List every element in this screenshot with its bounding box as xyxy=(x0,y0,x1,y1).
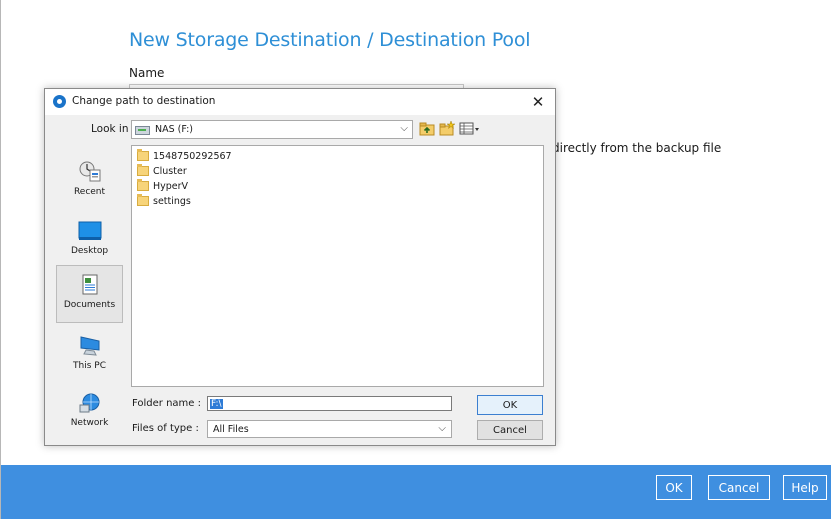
look-in-dropdown[interactable]: NAS (F:) ⌵ xyxy=(131,120,413,139)
place-label: Documents xyxy=(63,300,116,310)
folder-name-value: F:\ xyxy=(210,398,223,409)
name-label: Name xyxy=(129,66,165,80)
documents-icon xyxy=(78,274,102,296)
list-item[interactable]: Cluster xyxy=(137,164,187,178)
dialog-title: Change path to destination xyxy=(72,95,216,107)
dialog-cancel-button[interactable]: Cancel xyxy=(477,420,543,440)
dialog-ok-button[interactable]: OK xyxy=(477,395,543,415)
new-folder-icon[interactable] xyxy=(439,120,456,137)
folder-icon xyxy=(137,164,149,176)
file-name: settings xyxy=(153,195,191,207)
place-desktop[interactable]: Desktop xyxy=(56,212,123,269)
cancel-button[interactable]: Cancel xyxy=(708,475,770,500)
place-label: Desktop xyxy=(70,246,109,256)
place-network[interactable]: Network xyxy=(56,384,123,441)
places-bar: Recent Desktop Documents This PC Network xyxy=(54,147,126,437)
look-in-label: Look in : xyxy=(91,123,136,135)
list-item[interactable]: 1548750292567 xyxy=(137,149,232,163)
place-label: Recent xyxy=(73,187,106,197)
network-drive-icon xyxy=(135,124,151,136)
description-text: directly from the backup file xyxy=(552,141,722,155)
desktop-icon xyxy=(78,220,102,242)
folder-name-label: Folder name : xyxy=(132,398,201,409)
page-title: New Storage Destination / Destination Po… xyxy=(129,29,531,51)
file-name: HyperV xyxy=(153,180,189,192)
chevron-down-icon: ⌵ xyxy=(400,123,408,134)
recent-icon xyxy=(78,161,102,183)
help-button[interactable]: Help xyxy=(783,475,827,500)
file-name: Cluster xyxy=(153,165,187,177)
dialog-titlebar: Change path to destination ✕ xyxy=(45,89,555,115)
chevron-down-icon: ⌵ xyxy=(438,423,446,434)
change-path-dialog: Change path to destination ✕ Look in : N… xyxy=(44,88,556,446)
folder-name-input[interactable]: F:\ xyxy=(207,396,452,411)
files-of-type-label: Files of type : xyxy=(132,423,199,434)
app-icon xyxy=(53,95,66,108)
folder-icon xyxy=(137,149,149,161)
look-in-value: NAS (F:) xyxy=(155,124,193,135)
folder-icon xyxy=(137,179,149,191)
place-recent[interactable]: Recent xyxy=(56,153,123,210)
network-icon xyxy=(78,392,102,414)
file-list[interactable]: 1548750292567 Cluster HyperV settings xyxy=(131,145,544,387)
up-one-level-icon[interactable] xyxy=(419,120,436,137)
list-item[interactable]: settings xyxy=(137,194,191,208)
place-this-pc[interactable]: This PC xyxy=(56,327,123,384)
place-label: This PC xyxy=(73,361,106,371)
file-name: 1548750292567 xyxy=(153,150,232,162)
place-label: Network xyxy=(70,418,109,428)
list-item[interactable]: HyperV xyxy=(137,179,188,193)
ok-button[interactable]: OK xyxy=(656,475,692,500)
view-menu-icon[interactable] xyxy=(459,120,481,137)
dialog-toolbar xyxy=(419,120,481,137)
this-pc-icon xyxy=(78,335,102,357)
place-documents[interactable]: Documents xyxy=(56,265,123,323)
folder-icon xyxy=(137,194,149,206)
footer-bar: OK Cancel Help xyxy=(1,465,831,519)
close-button[interactable]: ✕ xyxy=(527,92,549,112)
files-of-type-dropdown[interactable]: All Files ⌵ xyxy=(207,420,452,438)
files-of-type-value: All Files xyxy=(213,423,249,435)
